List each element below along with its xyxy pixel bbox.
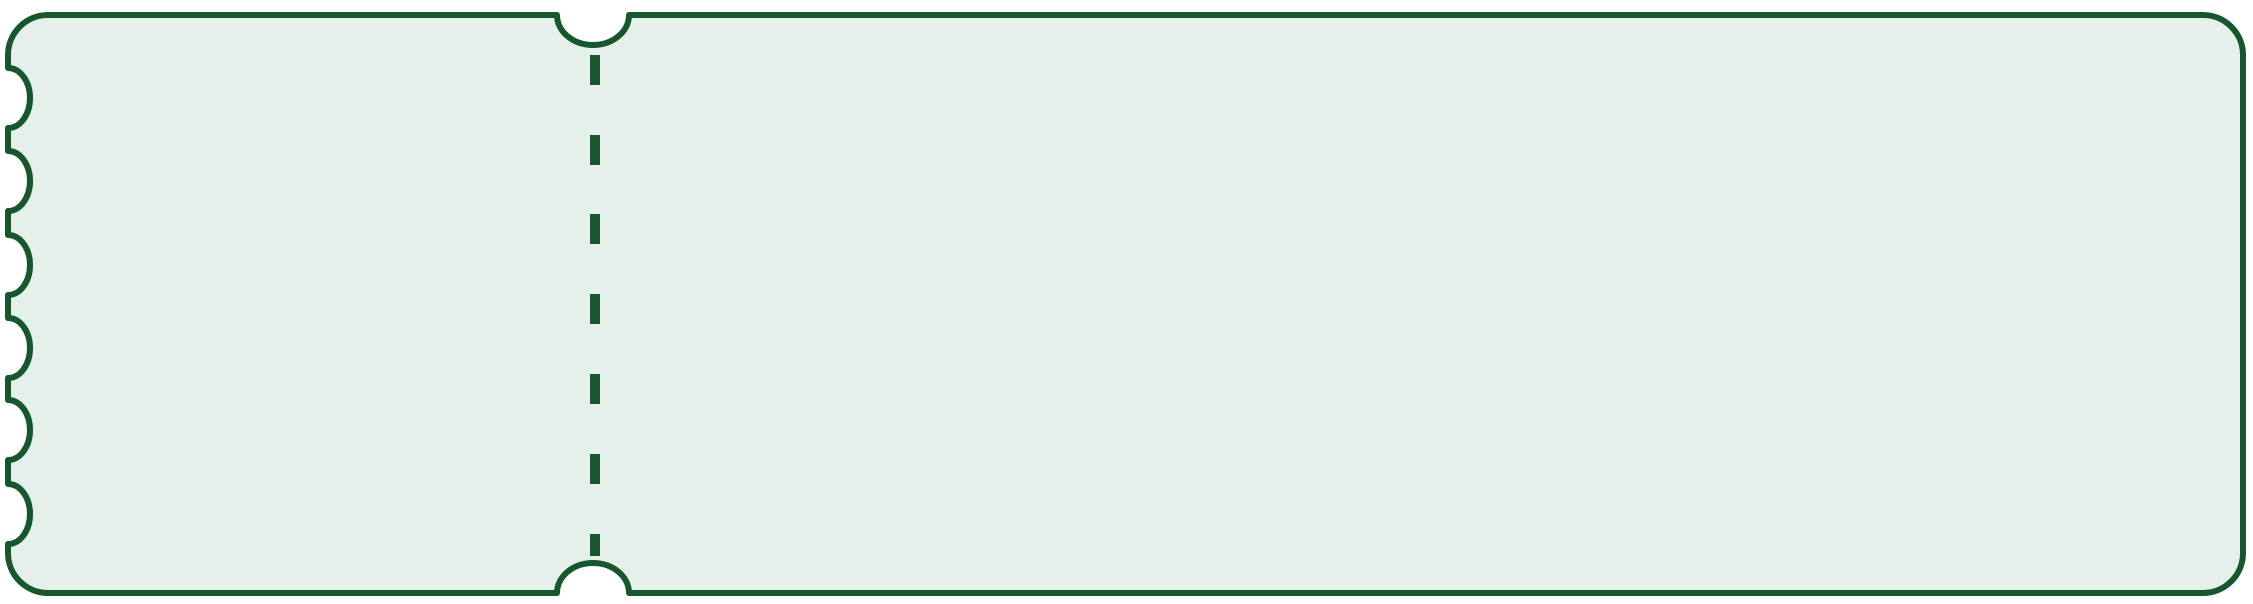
perforation-dash: [590, 55, 600, 85]
ticket-blank: [5, 12, 2246, 596]
ticket-body: [5, 12, 2246, 596]
perforation-dash: [590, 454, 600, 484]
perforation-dash: [590, 534, 600, 556]
perforation-dash: [590, 135, 600, 165]
perforation-dash: [590, 214, 600, 244]
perforation-dash: [590, 374, 600, 404]
perforation-dash: [590, 294, 600, 324]
